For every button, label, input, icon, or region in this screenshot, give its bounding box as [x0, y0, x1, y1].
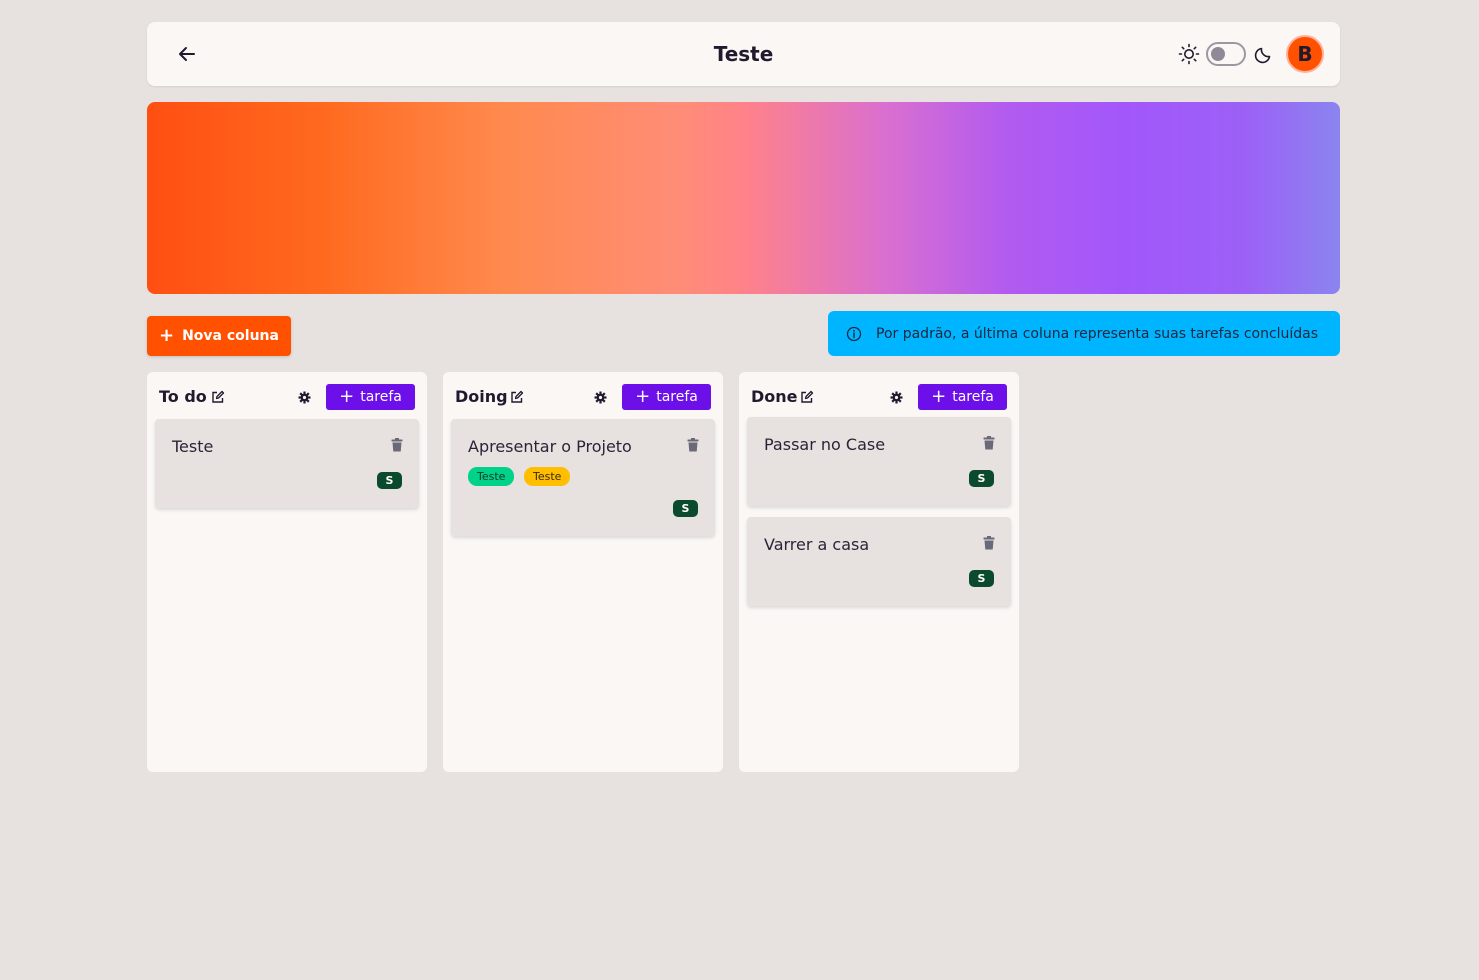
trash-icon[interactable] — [687, 438, 699, 452]
tag: Teste — [468, 467, 515, 486]
column-title: To do — [159, 387, 207, 406]
task-card[interactable]: Teste S — [155, 419, 419, 508]
task-title: Apresentar o Projeto — [468, 437, 632, 456]
add-task-button[interactable]: + tarefa — [918, 384, 1007, 410]
board-banner — [147, 102, 1340, 294]
edit-icon[interactable] — [211, 390, 225, 404]
info-icon — [846, 326, 862, 341]
edit-icon[interactable] — [800, 390, 814, 404]
assignee-badge: S — [673, 500, 698, 517]
theme-controls: B — [1178, 35, 1324, 73]
column-done: Done + tarefa Passar no Case S Varrer a … — [739, 372, 1019, 772]
info-alert: Por padrão, a última coluna representa s… — [828, 311, 1340, 356]
plus-icon: + — [635, 386, 651, 407]
add-task-button[interactable]: + tarefa — [326, 384, 415, 410]
task-title: Teste — [172, 437, 214, 456]
plus-icon: + — [931, 386, 947, 407]
add-task-label: tarefa — [360, 389, 402, 405]
column-header: Done + tarefa — [751, 384, 1007, 410]
gear-icon[interactable] — [890, 391, 903, 404]
column-todo: To do + tarefa Teste S — [147, 372, 427, 772]
top-bar: Teste B — [147, 22, 1340, 86]
column-title: Done — [751, 387, 798, 406]
column-header: Doing + tarefa — [455, 384, 711, 410]
add-task-label: tarefa — [952, 389, 994, 405]
task-card[interactable]: Varrer a casa S — [747, 517, 1011, 606]
info-text: Por padrão, a última coluna representa s… — [876, 325, 1319, 342]
plus-icon: + — [159, 325, 175, 346]
gear-icon[interactable] — [594, 391, 607, 404]
task-card[interactable]: Passar no Case S — [747, 417, 1011, 506]
trash-icon[interactable] — [983, 436, 995, 450]
plus-icon: + — [339, 386, 355, 407]
avatar[interactable]: B — [1286, 35, 1324, 73]
edit-icon[interactable] — [510, 390, 524, 404]
trash-icon[interactable] — [391, 438, 403, 452]
add-task-label: tarefa — [656, 389, 698, 405]
trash-icon[interactable] — [983, 536, 995, 550]
tag: Teste — [524, 467, 571, 486]
new-column-label: Nova coluna — [182, 328, 279, 344]
moon-icon — [1254, 47, 1271, 64]
task-card[interactable]: Apresentar o Projeto Teste Teste S — [451, 419, 715, 536]
theme-toggle-knob — [1211, 47, 1225, 61]
task-title: Passar no Case — [764, 435, 886, 454]
assignee-badge: S — [377, 472, 402, 489]
gear-icon[interactable] — [298, 391, 311, 404]
column-doing: Doing + tarefa Apresentar o Projeto Test… — [443, 372, 723, 772]
theme-toggle[interactable] — [1206, 42, 1246, 66]
sun-icon — [1178, 43, 1200, 65]
task-title: Varrer a casa — [764, 535, 870, 554]
page-title: Teste — [713, 42, 774, 66]
new-column-button[interactable]: + Nova coluna — [147, 316, 291, 356]
column-title: Doing — [455, 387, 508, 406]
assignee-badge: S — [969, 470, 994, 487]
column-header: To do + tarefa — [159, 384, 415, 410]
add-task-button[interactable]: + tarefa — [622, 384, 711, 410]
assignee-badge: S — [969, 570, 994, 587]
